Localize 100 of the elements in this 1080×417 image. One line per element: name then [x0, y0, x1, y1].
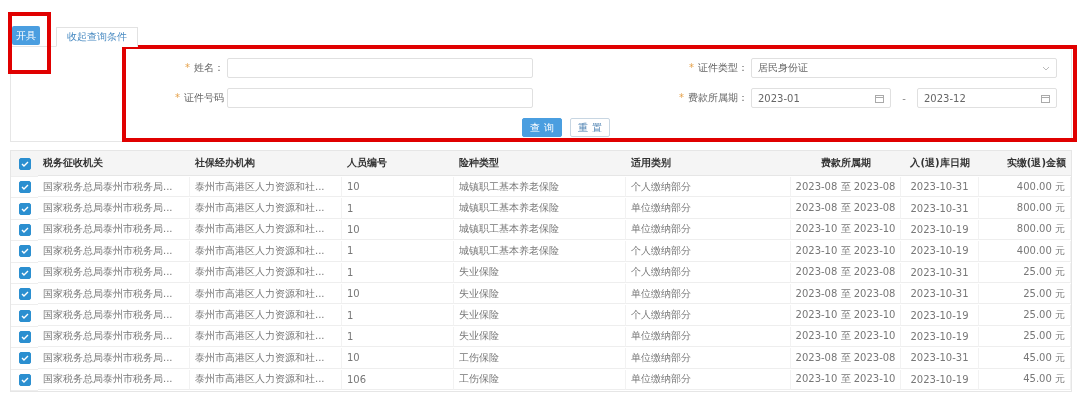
- table-cell: 泰州市高港区人力资源和社...: [190, 177, 342, 198]
- column-header: 入(退)库日期: [901, 151, 979, 176]
- table-cell: 1: [342, 198, 454, 219]
- table-cell: 泰州市高港区人力资源和社...: [190, 305, 342, 326]
- checkbox[interactable]: [18, 330, 31, 343]
- table-cell: 2023-10-31: [901, 198, 979, 219]
- column-header: 实缴(退)金额: [979, 151, 1071, 176]
- table-cell: 25.00 元: [979, 326, 1071, 348]
- table-cell: 2023-08 至 2023-08: [791, 348, 901, 369]
- input-field[interactable]: [227, 88, 533, 108]
- table-cell: 个人缴纳部分: [626, 305, 791, 326]
- table-cell: 400.00 元: [979, 177, 1071, 198]
- table-cell: 25.00 元: [979, 262, 1071, 283]
- table-cell: 10: [342, 177, 454, 198]
- field-label: * 姓名：: [184, 61, 225, 75]
- checkbox[interactable]: [18, 373, 31, 386]
- table-cell: 2023-10 至 2023-10: [791, 219, 901, 241]
- table-cell: 2023-10-19: [901, 326, 979, 348]
- table-cell: 1: [342, 305, 454, 326]
- table-cell: 单位缴纳部分: [626, 283, 791, 305]
- field-label: * 费款所属期：: [678, 91, 749, 105]
- table-cell: 2023-10-31: [901, 262, 979, 283]
- table-cell: 1: [342, 241, 454, 262]
- table-cell: 城镇职工基本养老保险: [454, 219, 626, 241]
- table-cell: 国家税务总局泰州市税务局...: [38, 262, 190, 283]
- column-header: 适用类别: [626, 151, 791, 176]
- issue-button[interactable]: 开具: [12, 26, 40, 45]
- table-cell: 失业保险: [454, 326, 626, 348]
- table-cell: 国家税务总局泰州市税务局...: [38, 348, 190, 369]
- table-cell: 2023-10 至 2023-10: [791, 305, 901, 326]
- table-cell: 失业保险: [454, 283, 626, 305]
- table-cell: 10: [342, 283, 454, 305]
- date-field[interactable]: 2023-12: [917, 88, 1057, 108]
- table-cell: 失业保险: [454, 262, 626, 283]
- table-cell: 800.00 元: [979, 198, 1071, 219]
- table-cell: 2023-10-19: [901, 219, 979, 241]
- table-cell: 国家税务总局泰州市税务局...: [38, 326, 190, 348]
- tab[interactable]: 收起查询条件: [56, 27, 138, 47]
- checkbox[interactable]: [18, 202, 31, 215]
- checkbox[interactable]: [18, 266, 31, 279]
- table-cell: 800.00 元: [979, 219, 1071, 241]
- table-cell: 10: [342, 348, 454, 369]
- checkbox[interactable]: [18, 288, 31, 301]
- checkbox[interactable]: [18, 181, 31, 194]
- date-field[interactable]: 2023-01: [751, 88, 891, 108]
- table-cell: 泰州市高港区人力资源和社...: [190, 262, 342, 283]
- table-cell: 2023-10-31: [901, 348, 979, 369]
- table-cell: 个人缴纳部分: [626, 241, 791, 262]
- column-header: 人员编号: [342, 151, 454, 176]
- table-cell: 国家税务总局泰州市税务局...: [38, 177, 190, 198]
- table-cell: 国家税务总局泰州市税务局...: [38, 305, 190, 326]
- table-cell: 单位缴纳部分: [626, 219, 791, 241]
- table-cell: 失业保险: [454, 305, 626, 326]
- table-cell: 45.00 元: [979, 348, 1071, 369]
- table-cell: 单位缴纳部分: [626, 348, 791, 369]
- column-header: 社保经办机构: [190, 151, 342, 176]
- table-cell: 2023-10 至 2023-10: [791, 326, 901, 348]
- calendar-icon[interactable]: [875, 93, 884, 103]
- table-cell: 城镇职工基本养老保险: [454, 198, 626, 219]
- checkbox[interactable]: [18, 223, 31, 236]
- table-cell: 2023-10-19: [901, 369, 979, 390]
- checkbox[interactable]: [18, 157, 31, 170]
- query-button[interactable]: 查 询: [522, 118, 562, 137]
- table-cell: 2023-10-19: [901, 241, 979, 262]
- table-cell: 泰州市高港区人力资源和社...: [190, 369, 342, 390]
- table-cell: 45.00 元: [979, 369, 1071, 390]
- select-field[interactable]: 居民身份证: [751, 58, 1057, 78]
- table-cell: 2023-08 至 2023-08: [791, 177, 901, 198]
- table-cell: 106: [342, 369, 454, 390]
- chevron-down-icon: [1042, 65, 1050, 71]
- table-cell: 国家税务总局泰州市税务局...: [38, 283, 190, 305]
- table-cell: 个人缴纳部分: [626, 262, 791, 283]
- table-cell: 2023-10-31: [901, 177, 979, 198]
- checkbox[interactable]: [18, 245, 31, 258]
- table-cell: 1: [342, 326, 454, 348]
- table-cell: 泰州市高港区人力资源和社...: [190, 198, 342, 219]
- field-label: * 证件类型：: [688, 61, 749, 75]
- table-cell: 2023-10 至 2023-10: [791, 241, 901, 262]
- table-cell: 单位缴纳部分: [626, 369, 791, 390]
- checkbox[interactable]: [18, 309, 31, 322]
- table-cell: 单位缴纳部分: [626, 326, 791, 348]
- table-cell: 国家税务总局泰州市税务局...: [38, 198, 190, 219]
- range-separator: -: [901, 92, 907, 104]
- table-cell: 城镇职工基本养老保险: [454, 241, 626, 262]
- column-header: 税务征收机关: [38, 151, 190, 176]
- table-cell: 城镇职工基本养老保险: [454, 177, 626, 198]
- table-cell: 10: [342, 219, 454, 241]
- input-field[interactable]: [227, 58, 533, 78]
- table-cell: 2023-08 至 2023-08: [791, 283, 901, 305]
- field-label: * 证件号码: [174, 91, 225, 105]
- reset-button[interactable]: 重 置: [570, 118, 610, 137]
- table-cell: 国家税务总局泰州市税务局...: [38, 219, 190, 241]
- column-header: 险种类型: [454, 151, 626, 176]
- highlight-frame: [8, 12, 51, 74]
- table-cell: 2023-10 至 2023-10: [791, 369, 901, 390]
- calendar-icon[interactable]: [1041, 93, 1050, 103]
- table-cell: 25.00 元: [979, 283, 1071, 305]
- table-cell: 个人缴纳部分: [626, 177, 791, 198]
- checkbox[interactable]: [18, 352, 31, 365]
- table-cell: 2023-08 至 2023-08: [791, 262, 901, 283]
